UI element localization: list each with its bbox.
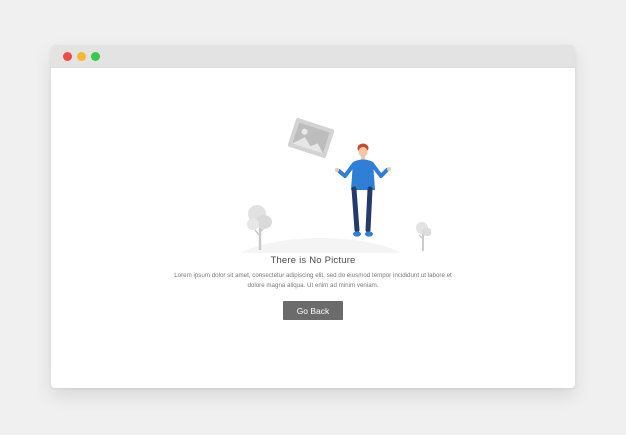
minimize-window-button[interactable] xyxy=(77,52,86,61)
person-shrugging xyxy=(335,143,391,237)
no-picture-illustration xyxy=(240,118,431,253)
ground-hill xyxy=(240,238,402,253)
empty-state-title: There is No Picture xyxy=(270,255,356,266)
tree-left-icon xyxy=(247,205,272,250)
browser-window: There is No Picture Lorem ipsum dolor si… xyxy=(51,45,575,388)
image-placeholder-icon xyxy=(287,118,335,158)
close-window-button[interactable] xyxy=(63,52,72,61)
maximize-window-button[interactable] xyxy=(91,52,100,61)
go-back-button[interactable]: Go Back xyxy=(283,301,343,320)
empty-state-description: Lorem ipsum dolor sit amet, consectetur … xyxy=(174,272,452,289)
window-titlebar xyxy=(51,45,575,68)
empty-state: There is No Picture Lorem ipsum dolor si… xyxy=(51,68,575,388)
tree-right-icon xyxy=(416,222,431,251)
